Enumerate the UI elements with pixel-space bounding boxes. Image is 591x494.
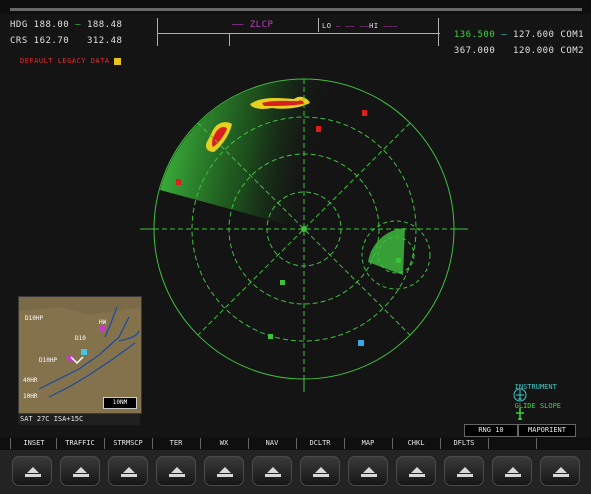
inset-map[interactable]: D10HP HW D10 D10HP 40HR 10HR 10NM: [18, 296, 142, 414]
eject-icon: [27, 467, 39, 473]
eject-icon: [171, 467, 183, 473]
bezel-button-7[interactable]: [300, 456, 340, 486]
eject-base: [121, 474, 137, 477]
radar-return-right: [368, 228, 405, 275]
eject-base: [409, 474, 425, 477]
contact-red-1: [176, 179, 181, 185]
contact-red-2: [316, 126, 321, 132]
eject-base: [313, 474, 329, 477]
eject-icon: [507, 467, 519, 473]
inset-label-5: 40HR: [23, 377, 38, 384]
eject-base: [169, 474, 185, 477]
eject-base: [457, 474, 473, 477]
softkey-10[interactable]: DFLTS: [440, 438, 487, 449]
softkey-8[interactable]: MAP: [344, 438, 391, 449]
bezel-button-4[interactable]: [156, 456, 196, 486]
contact-green-2: [268, 334, 273, 339]
softkey-9[interactable]: CHKL: [392, 438, 439, 449]
eject-icon: [459, 467, 471, 473]
bezel-button-2[interactable]: [60, 456, 100, 486]
contact-cyan: [358, 340, 364, 346]
inset-label-1: D10HP: [25, 315, 44, 322]
eject-base: [25, 474, 41, 477]
bezel-button-11[interactable]: [492, 456, 532, 486]
inset-label-2: HW: [99, 319, 107, 326]
bezel-button-8[interactable]: [348, 456, 388, 486]
eject-base: [265, 474, 281, 477]
eject-icon: [267, 467, 279, 473]
softkey-11[interactable]: [488, 438, 535, 449]
inset-status: SAT 27C ISA+15C: [18, 414, 140, 425]
softkey-7[interactable]: DCLTR: [296, 438, 343, 449]
eject-icon: [411, 467, 423, 473]
eject-icon: [555, 467, 567, 473]
bezel-button-10[interactable]: [444, 456, 484, 486]
eject-icon: [363, 467, 375, 473]
eject-icon: [75, 467, 87, 473]
softkey-4[interactable]: TER: [152, 438, 199, 449]
bezel-button-1[interactable]: [12, 456, 52, 486]
softkey-2[interactable]: TRAFFIC: [56, 438, 103, 449]
eject-base: [553, 474, 569, 477]
eject-icon: [315, 467, 327, 473]
contact-red-3: [362, 110, 367, 116]
eject-icon: [219, 467, 231, 473]
legend-label-2: GLIDE SLOPE: [514, 402, 562, 410]
range-box-left[interactable]: RNG 10: [464, 424, 518, 437]
bezel-button-12[interactable]: [540, 456, 580, 486]
inset-label-4: D10HP: [39, 357, 58, 364]
legend-item-2: GLIDE SLOPE: [488, 391, 562, 420]
bezel-button-6[interactable]: [252, 456, 292, 486]
bezel-button-3[interactable]: [108, 456, 148, 486]
softkey-12[interactable]: [536, 438, 583, 449]
glideslope-icon: [496, 399, 525, 420]
map-orient: MAPORIENT: [528, 426, 566, 434]
inset-scale: 10NM: [103, 397, 137, 409]
aircraft-position: [301, 226, 307, 232]
range-box-right[interactable]: MAPORIENT: [518, 424, 576, 437]
bezel-button-9[interactable]: [396, 456, 436, 486]
softkey-6[interactable]: NAV: [248, 438, 295, 449]
eject-icon: [123, 467, 135, 473]
legend-label-1: INSTRUMENT: [514, 383, 557, 391]
inset-label-6: 10HR: [23, 393, 38, 400]
eject-base: [505, 474, 521, 477]
inset-label-3: D10: [75, 335, 86, 342]
softkey-3[interactable]: STRMSCP: [104, 438, 151, 449]
bezel-button-5[interactable]: [204, 456, 244, 486]
contact-green-1: [280, 280, 285, 285]
contact-green-3: [396, 258, 401, 263]
range-value: RNG 10: [478, 426, 504, 434]
eject-base: [361, 474, 377, 477]
softkey-5[interactable]: WX: [200, 438, 247, 449]
eject-base: [73, 474, 89, 477]
eject-base: [217, 474, 233, 477]
inset-status-text: SAT 27C ISA+15C: [20, 415, 84, 423]
softkey-1[interactable]: INSET: [10, 438, 57, 449]
